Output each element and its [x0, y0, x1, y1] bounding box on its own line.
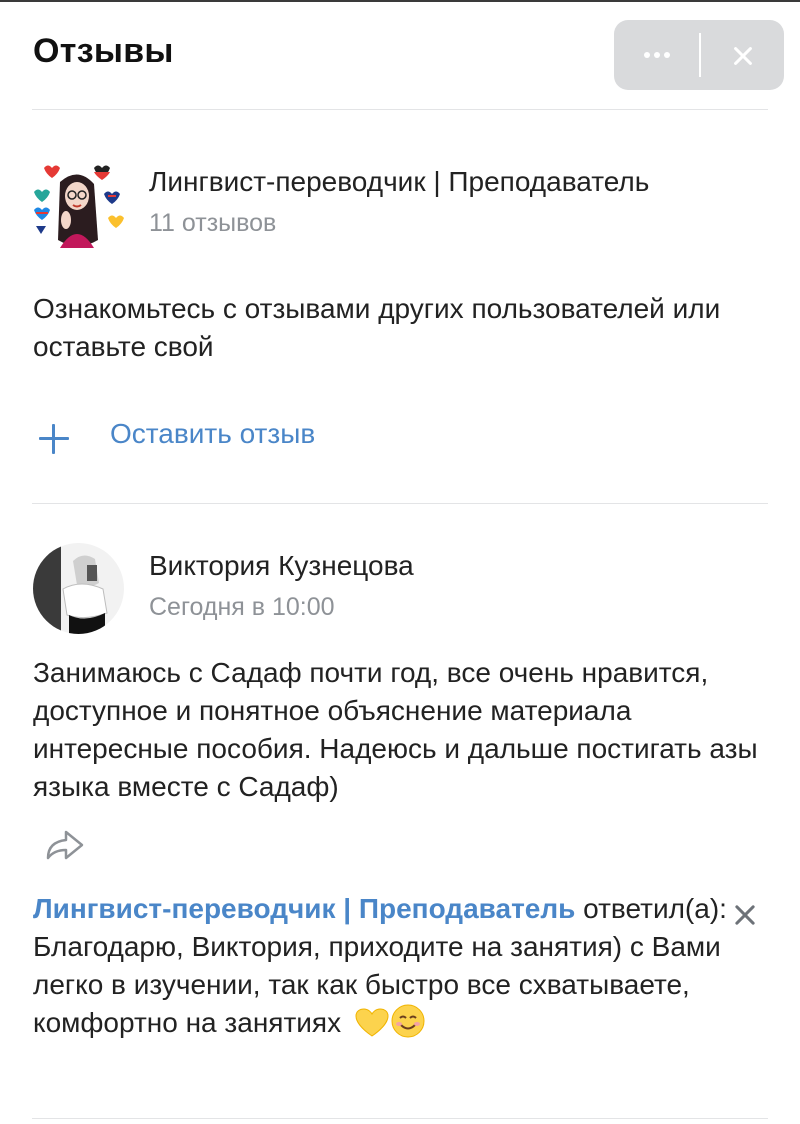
divider: [32, 109, 768, 110]
divider: [32, 503, 768, 504]
share-icon[interactable]: [40, 822, 90, 866]
community-name[interactable]: Лингвист-переводчик | Преподаватель: [149, 166, 649, 198]
review-text: Занимаюсь с Садаф почти год, все очень н…: [33, 657, 758, 802]
page-title: Отзывы: [33, 32, 174, 70]
leave-review-button[interactable]: Оставить отзыв: [33, 410, 393, 460]
intro-text: Ознакомьтесь с отзывами других пользоват…: [33, 293, 721, 362]
yellow-heart-emoji: [355, 1008, 389, 1048]
divider: [32, 1118, 768, 1119]
author-name[interactable]: Виктория Кузнецова: [149, 550, 414, 582]
admin-reply: Лингвист-переводчик | Преподаватель отве…: [33, 890, 733, 1048]
community-avatar[interactable]: [30, 160, 125, 255]
reply-author-link[interactable]: Лингвист-переводчик | Преподаватель: [33, 893, 575, 924]
more-button[interactable]: [614, 20, 699, 90]
smiling-face-emoji: [391, 1004, 425, 1048]
reviews-count: 11 отзывов: [149, 209, 277, 237]
close-button[interactable]: [701, 20, 784, 90]
reply-close-button[interactable]: [728, 898, 762, 932]
header-actions: [614, 20, 784, 90]
close-icon: [731, 44, 755, 68]
plus-icon: [39, 424, 69, 454]
review-date: Сегодня в 10:00: [149, 593, 335, 621]
close-icon: [732, 902, 758, 928]
author-avatar[interactable]: [33, 543, 124, 634]
more-horizontal-icon: [644, 52, 674, 58]
header: Отзывы: [0, 0, 800, 110]
leave-review-label: Оставить отзыв: [110, 418, 316, 449]
